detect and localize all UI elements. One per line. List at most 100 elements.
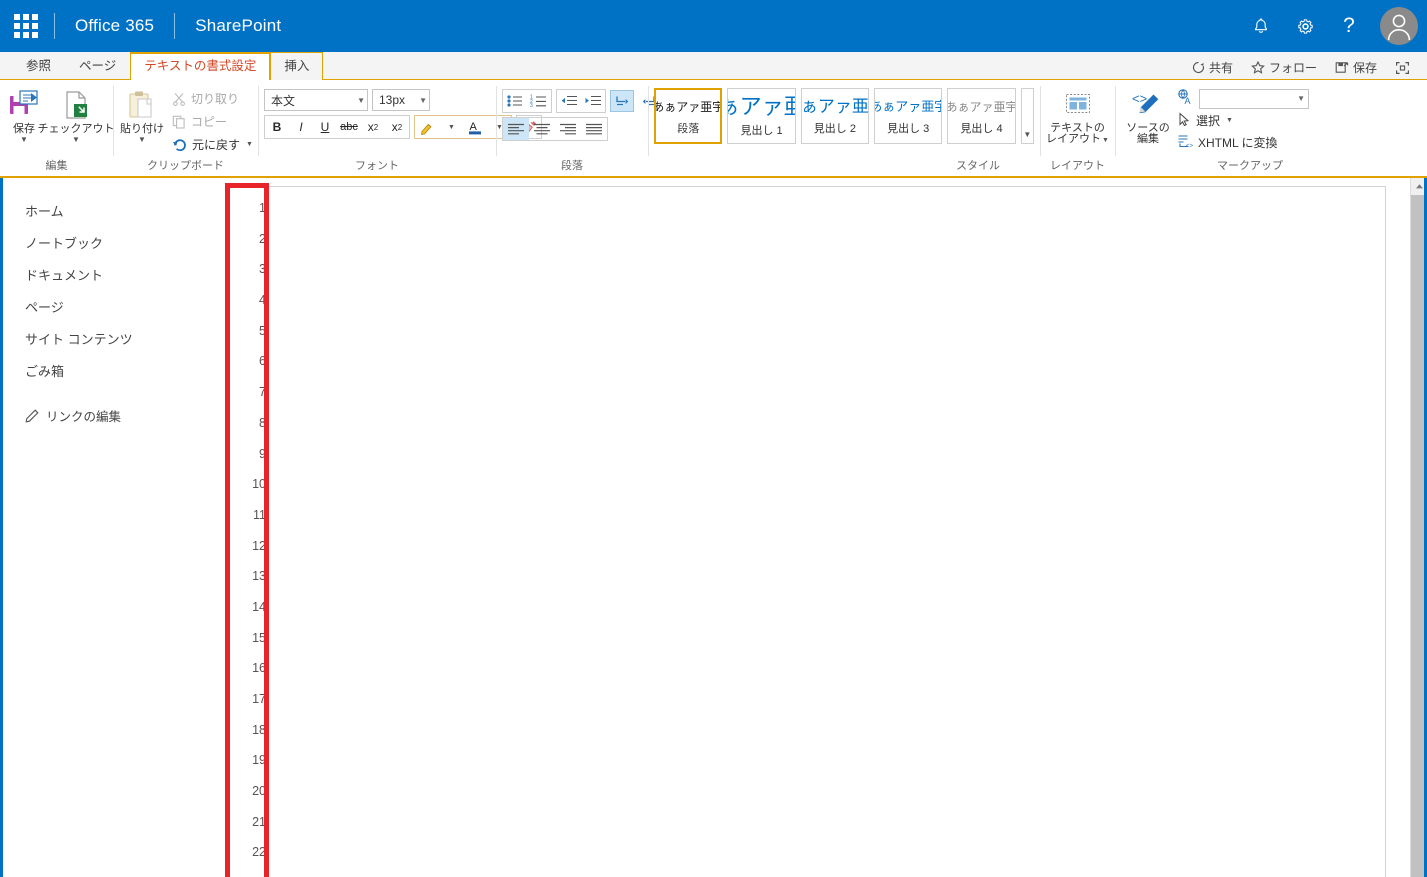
cut-label: 切り取り (191, 92, 240, 106)
italic-label: I (299, 120, 303, 134)
underline-button[interactable]: U (313, 116, 337, 138)
share-button[interactable]: 共有 (1183, 56, 1242, 79)
suite-divider-1 (54, 13, 55, 39)
nav-item-site-contents[interactable]: サイト コンテンツ (25, 324, 225, 356)
select-row[interactable]: 選択 ▼ (1177, 110, 1309, 131)
subscript-button[interactable]: x2 (361, 116, 385, 138)
ribbon-tab-commands: 共有 フォロー 保存 (1183, 56, 1427, 79)
edit-source-button[interactable]: <> ソースの 編集 (1121, 84, 1175, 145)
italic-button[interactable]: I (289, 116, 313, 138)
share-label: 共有 (1208, 61, 1233, 75)
align-center-button[interactable] (529, 118, 555, 140)
font-color-button[interactable]: A (463, 116, 487, 138)
copy-button[interactable]: コピー (167, 111, 258, 132)
suite-bar-right: ? (1239, 0, 1427, 52)
chevron-down-icon[interactable]: ▼ (245, 141, 253, 148)
edit-links-button[interactable]: リンクの編集 (25, 406, 225, 425)
ribbon-group-clipboard: 貼り付け ▼ 切り取り コピー 元に戻す ▼ クリップボード (113, 80, 258, 176)
font-family-select[interactable]: 本文 ▼ (264, 89, 368, 111)
undo-button[interactable]: 元に戻す ▼ (167, 134, 258, 155)
sharepoint-brand[interactable]: SharePoint (177, 16, 299, 36)
save-top-button[interactable]: 保存 (1326, 56, 1386, 79)
line-number: 20 (252, 784, 266, 799)
tab-page[interactable]: ページ (65, 52, 130, 80)
chevron-down-icon[interactable]: ▼ (72, 136, 80, 144)
tab-insert[interactable]: 挿入 (270, 52, 324, 80)
style-sample: あぁアァ亜宇 (947, 100, 1016, 114)
styles-gallery-more-button[interactable]: ▼ (1020, 88, 1035, 144)
nav-item-home[interactable]: ホーム (25, 196, 225, 228)
nav-item-recycle-bin[interactable]: ごみ箱 (25, 356, 225, 388)
tab-browse[interactable]: 参照 (12, 52, 65, 80)
line-number: 7 (259, 385, 266, 400)
highlight-color-dropdown[interactable]: ▼ (439, 116, 463, 138)
line-number: 13 (252, 569, 266, 584)
avatar[interactable] (1371, 0, 1427, 52)
edit-source-label-line2: 編集 (1136, 133, 1159, 145)
style-heading-1[interactable]: あぁアァ亜宇 見出し 1 (727, 88, 796, 144)
chevron-down-icon[interactable]: ▼ (138, 136, 146, 144)
bulleted-list-button[interactable] (503, 90, 527, 112)
svg-text:3: 3 (530, 103, 533, 108)
style-paragraph[interactable]: あぁアァ亜宇 段落 (654, 88, 723, 144)
strikethrough-label: abc (340, 121, 358, 133)
highlight-color-button[interactable] (415, 116, 439, 138)
subscript-mark: 2 (373, 122, 379, 132)
align-left-button[interactable] (503, 118, 529, 140)
focus-on-content-button[interactable] (1386, 58, 1419, 78)
page-content-editor[interactable]: 1 2 3 4 5 6 7 8 9 10 11 12 13 14 15 16 1… (225, 186, 1386, 877)
paste-button[interactable]: 貼り付け ▼ (119, 84, 165, 144)
ribbon-tab-bar: 参照 ページ テキストの書式設定 挿入 共有 フォロー 保存 (0, 52, 1427, 80)
suite-bar: Office 365 SharePoint ? (0, 0, 1427, 52)
numbered-list-button[interactable]: 123 (527, 90, 551, 112)
font-size-select[interactable]: 13px ▼ (372, 89, 430, 111)
line-number: 3 (259, 262, 266, 277)
chevron-down-icon[interactable]: ▼ (1101, 137, 1109, 144)
app-launcher-button[interactable] (0, 0, 52, 52)
align-justify-button[interactable] (581, 118, 607, 140)
style-name: 段落 (677, 123, 700, 135)
line-number: 14 (252, 599, 266, 614)
group-label-font: フォント (355, 160, 399, 172)
chevron-down-icon[interactable]: ▼ (1225, 117, 1233, 124)
list-buttons: 123 (502, 89, 552, 113)
chevron-down-icon: ▼ (357, 95, 365, 105)
superscript-button[interactable]: x2 (385, 116, 409, 138)
ltr-button[interactable] (610, 90, 634, 112)
increase-indent-button[interactable] (581, 90, 605, 112)
align-right-button[interactable] (555, 118, 581, 140)
strikethrough-button[interactable]: abc (337, 116, 361, 138)
line-number: 12 (252, 538, 266, 553)
style-heading-3[interactable]: あぁアァ亜宇 見出し 3 (874, 88, 943, 144)
checkout-button[interactable]: チェックアウト ▼ (38, 84, 115, 144)
save-disk-icon (7, 87, 41, 123)
bell-icon[interactable] (1239, 0, 1283, 52)
cut-button[interactable]: 切り取り (167, 88, 258, 109)
help-icon[interactable]: ? (1327, 0, 1371, 52)
style-sample: あぁアァ亜宇 (875, 99, 941, 114)
style-heading-2[interactable]: あぁアァ亜宇 見出し 2 (800, 88, 870, 144)
line-number: 22 (252, 845, 266, 860)
nav-item-notebook[interactable]: ノートブック (25, 228, 225, 260)
nav-item-pages[interactable]: ページ (25, 292, 225, 324)
nav-item-documents[interactable]: ドキュメント (25, 260, 225, 292)
style-heading-4[interactable]: あぁアァ亜宇 見出し 4 (947, 88, 1016, 144)
pencil-icon (25, 408, 39, 423)
gear-icon[interactable] (1283, 0, 1327, 52)
chevron-down-icon[interactable]: ▼ (20, 136, 28, 144)
decrease-indent-button[interactable] (557, 90, 581, 112)
bold-button[interactable]: B (265, 116, 289, 138)
ribbon: 保存 ▼ チェックアウト ▼ 編集 貼り付け ▼ 切り取り コピー 元に戻す ▼… (0, 80, 1427, 178)
suite-divider-2 (174, 13, 176, 39)
checkout-page-icon (60, 87, 92, 123)
avatar-image (1380, 7, 1418, 45)
convert-xhtml-row[interactable]: <> XHTML に変換 (1177, 132, 1309, 153)
line-number: 8 (259, 415, 266, 430)
text-layout-button[interactable]: テキストの レイアウト▼ (1045, 84, 1110, 146)
tab-format-text[interactable]: テキストの書式設定 (130, 52, 271, 80)
language-select[interactable]: ▼ (1199, 88, 1309, 109)
office365-brand[interactable]: Office 365 (57, 16, 172, 36)
follow-button[interactable]: フォロー (1242, 56, 1326, 79)
svg-text:A: A (1185, 96, 1191, 105)
line-number: 10 (252, 477, 266, 492)
